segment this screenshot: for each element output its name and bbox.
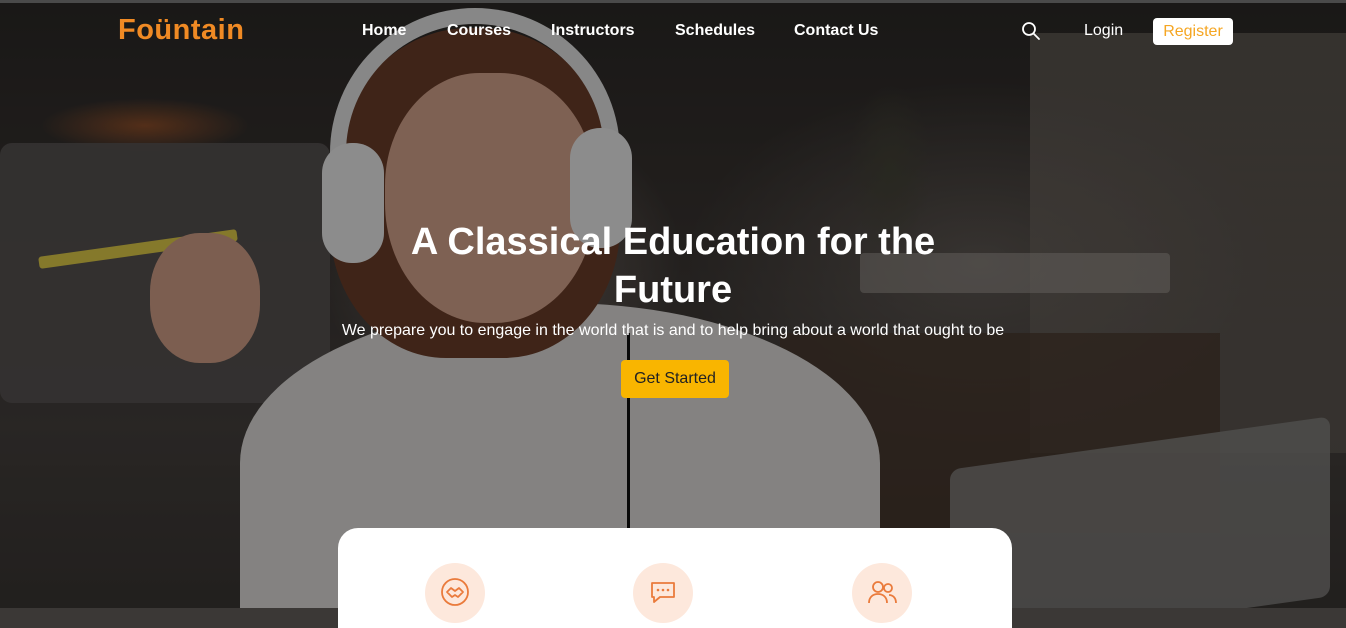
hero-subtitle: We prepare you to engage in the world th… bbox=[341, 322, 1005, 339]
brand-logo[interactable]: Foüntain bbox=[118, 14, 244, 47]
nav-instructors[interactable]: Instructors bbox=[551, 22, 635, 40]
register-button[interactable]: Register bbox=[1153, 18, 1233, 45]
hero-title-line-1: A Classical Education for the bbox=[410, 221, 936, 263]
hero-title-line-2: Future bbox=[613, 269, 733, 311]
search-icon[interactable] bbox=[1021, 21, 1041, 41]
nav-contact-us[interactable]: Contact Us bbox=[794, 22, 878, 40]
nav-courses[interactable]: Courses bbox=[447, 22, 511, 40]
nav-schedules[interactable]: Schedules bbox=[675, 22, 755, 40]
login-link[interactable]: Login bbox=[1084, 22, 1123, 40]
feature-item-2 bbox=[633, 563, 693, 623]
chat-bubble-icon bbox=[651, 582, 675, 603]
users-icon bbox=[868, 581, 897, 604]
hero-title: A Classical Education for the Future bbox=[373, 218, 973, 314]
get-started-button[interactable]: Get Started bbox=[621, 360, 729, 398]
feature-item-3 bbox=[852, 563, 912, 623]
handshake-icon bbox=[441, 578, 469, 606]
feature-item-1 bbox=[425, 563, 485, 623]
nav-home[interactable]: Home bbox=[362, 22, 406, 40]
